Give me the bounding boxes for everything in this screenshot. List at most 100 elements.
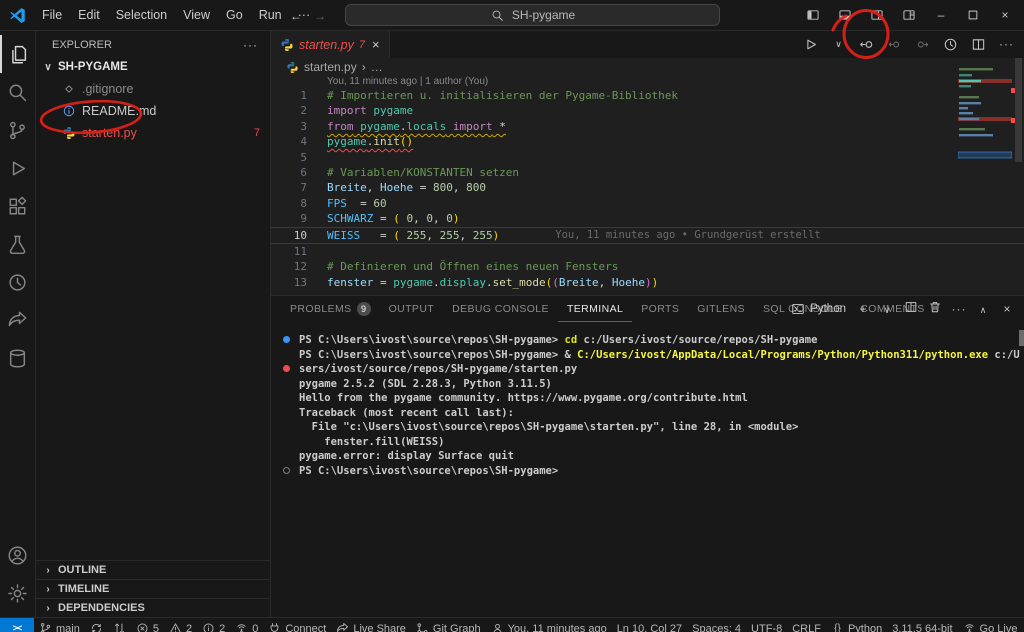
status-indentation[interactable]: Spaces: 4	[687, 618, 746, 632]
previous-change[interactable]	[887, 37, 902, 52]
code-line-6[interactable]: 6# Variablen/KONSTANTEN setzen	[271, 165, 1024, 180]
customize-layout-button[interactable]	[896, 2, 922, 28]
status-branch-compare[interactable]	[108, 618, 131, 632]
minimap[interactable]	[958, 66, 1012, 167]
status-cursor-position[interactable]: Ln 10, Col 27	[612, 618, 687, 632]
back-button[interactable]: ←	[290, 7, 302, 23]
run-button[interactable]	[803, 37, 818, 52]
next-change[interactable]	[915, 37, 930, 52]
close-panel[interactable]: ×	[1000, 300, 1014, 318]
breadcrumb[interactable]: starten.py › …	[271, 58, 1024, 76]
close-window-button[interactable]: ×	[992, 2, 1018, 28]
panel-tab-debug-console[interactable]: DEBUG CONSOLE	[443, 296, 558, 322]
menu-item-file[interactable]: File	[34, 5, 70, 25]
status-language-mode[interactable]: {}Python	[826, 618, 887, 632]
status-forwarded-ports[interactable]: 0	[230, 618, 263, 632]
status-problems-info[interactable]: 2	[197, 618, 230, 632]
code-line-12[interactable]: 12# Definieren und Öffnen eines neuen Fe…	[271, 259, 1024, 274]
toggle-secondary-sidebar-button[interactable]	[864, 2, 890, 28]
code-line-4[interactable]: 4pygame.init()	[271, 134, 1024, 149]
code-line-2[interactable]: 2import pygame	[271, 103, 1024, 118]
editor-more-actions[interactable]: ···	[999, 37, 1014, 52]
menu-item-go[interactable]: Go	[218, 5, 251, 25]
project-root-row[interactable]: ∨ SH-PYGAME	[36, 56, 270, 78]
terminal-scrollbar[interactable]	[1019, 330, 1024, 346]
panel-tab-output[interactable]: OUTPUT	[380, 296, 444, 322]
status-eol[interactable]: CRLF	[787, 618, 826, 632]
code-line-1[interactable]: 1# Importieren u. initialisieren der Pyg…	[271, 88, 1024, 103]
activity-item-gitlens[interactable]	[0, 263, 36, 301]
activity-item-extensions[interactable]	[0, 187, 36, 225]
editor-scrollbar[interactable]	[1015, 58, 1022, 162]
code-editor[interactable]: You, 11 minutes ago | 1 author (You) 1# …	[271, 76, 1024, 295]
status-go-live[interactable]: Go Live	[958, 618, 1023, 632]
status-problems-errors[interactable]: 5	[131, 618, 164, 632]
terminal-output[interactable]: PS C:\Users\ivost\source\repos\SH-pygame…	[283, 333, 1018, 478]
code-line-3[interactable]: 3from pygame.locals import *	[271, 119, 1024, 134]
maximize-panel[interactable]: ∧	[976, 300, 990, 318]
code-line-11[interactable]: 11	[271, 244, 1024, 259]
code-line-5[interactable]: 5	[271, 150, 1024, 165]
terminal-command-decoration-red[interactable]	[283, 365, 290, 372]
menu-item-selection[interactable]: Selection	[108, 5, 175, 25]
status-blame-status[interactable]: You, 11 minutes ago	[486, 618, 612, 632]
tab-close-icon[interactable]: ×	[372, 37, 380, 52]
toggle-panel-button[interactable]	[832, 2, 858, 28]
menu-item-edit[interactable]: Edit	[70, 5, 108, 25]
activity-item-source-control[interactable]	[0, 111, 36, 149]
terminal-shell[interactable]: Python	[791, 302, 846, 316]
file-annotations[interactable]	[943, 37, 958, 52]
terminal-command-decoration-blue[interactable]	[283, 336, 290, 343]
minimize-button[interactable]: –	[928, 2, 954, 28]
code-line-7[interactable]: 7Breite, Hoehe = 800, 800	[271, 180, 1024, 195]
codelens-blame[interactable]: You, 11 minutes ago | 1 author (You)	[327, 76, 1024, 88]
menu-item-view[interactable]: View	[175, 5, 218, 25]
code-line-9[interactable]: 9SCHWARZ = ( 0, 0, 0)	[271, 211, 1024, 226]
status-live-share[interactable]: Live Share	[331, 618, 411, 632]
explorer-more-actions-icon[interactable]: ···	[243, 38, 258, 52]
open-changes[interactable]	[859, 37, 874, 52]
command-center-search[interactable]: SH-pygame	[345, 4, 720, 26]
new-terminal[interactable]: +	[856, 300, 870, 318]
status-git-graph[interactable]: Git Graph	[411, 618, 486, 632]
split-editor[interactable]	[971, 37, 986, 52]
sidebar-section-outline[interactable]: ›OUTLINE	[36, 560, 270, 579]
status-encoding[interactable]: UTF-8	[746, 618, 787, 632]
explorer-file-readme-md[interactable]: README.md	[36, 100, 270, 122]
activity-item-manage-settings[interactable]	[0, 574, 36, 612]
panel-tab-ports[interactable]: PORTS	[632, 296, 688, 322]
toggle-primary-sidebar-button[interactable]	[800, 2, 826, 28]
tab-starten-py[interactable]: starten.py 7 ×	[271, 30, 390, 58]
split-terminal[interactable]	[904, 300, 918, 319]
activity-item-live-share[interactable]	[0, 301, 36, 339]
activity-item-run-and-debug[interactable]	[0, 149, 36, 187]
explorer-file-starten-py[interactable]: starten.py7	[36, 122, 270, 144]
status-problems-warnings[interactable]: 2	[164, 618, 197, 632]
activity-item-accounts[interactable]	[0, 536, 36, 574]
status-remote-indicator[interactable]: ><	[0, 618, 34, 632]
code-line-13[interactable]: 13fenster = pygame.display.set_mode((Bre…	[271, 275, 1024, 290]
sidebar-section-dependencies[interactable]: ›DEPENDENCIES	[36, 598, 270, 617]
panel-more-actions[interactable]: ···	[952, 300, 966, 318]
sidebar-section-timeline[interactable]: ›TIMELINE	[36, 579, 270, 598]
activity-item-testing[interactable]	[0, 225, 36, 263]
explorer-file--gitignore[interactable]: .gitignore	[36, 78, 270, 100]
panel-tab-gitlens[interactable]: GITLENS	[688, 296, 754, 322]
status-python-interpreter[interactable]: 3.11.5 64-bit	[887, 618, 957, 632]
kill-terminal[interactable]	[928, 300, 942, 319]
code-line-10[interactable]: 10WEISS = ( 255, 255, 255)You, 11 minute…	[271, 227, 1024, 244]
panel-tab-terminal[interactable]: TERMINAL	[558, 296, 632, 322]
activity-item-sql-database[interactable]	[0, 339, 36, 377]
menu-item-run[interactable]: Run	[251, 5, 290, 25]
terminal-command-decoration-circle[interactable]	[283, 467, 290, 474]
run-dropdown[interactable]: ∨	[831, 37, 846, 52]
restore-button[interactable]	[960, 2, 986, 28]
status-git-sync[interactable]	[85, 618, 108, 632]
forward-button[interactable]: →	[314, 7, 326, 23]
code-line-8[interactable]: 8FPS = 60	[271, 196, 1024, 211]
status-git-branch[interactable]: main	[34, 618, 85, 632]
activity-item-explorer[interactable]	[0, 35, 36, 73]
panel-tab-problems[interactable]: PROBLEMS9	[281, 296, 380, 322]
launch-profile-dropdown[interactable]: ∨	[880, 300, 894, 318]
status-sql-connect[interactable]: Connect	[263, 618, 331, 632]
